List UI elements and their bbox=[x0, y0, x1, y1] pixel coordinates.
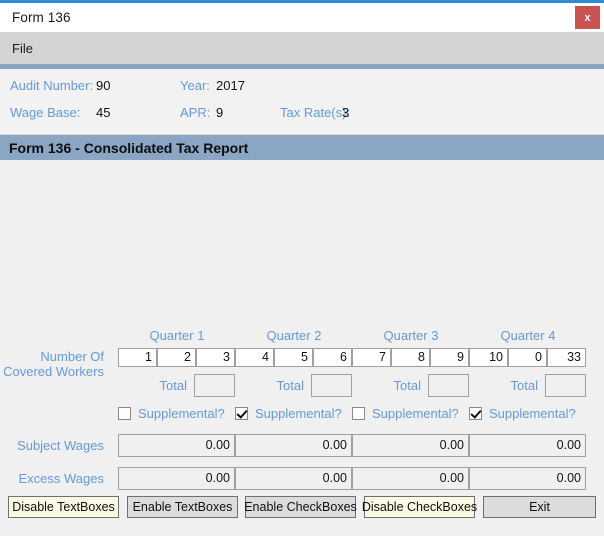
audit-info-panel: Audit Number: 90 Year: 2017 Wage Base: 4… bbox=[0, 69, 604, 135]
worker-count-q4-m1[interactable]: 10 bbox=[469, 348, 508, 367]
supplemental-checkbox-label: Supplemental? bbox=[138, 406, 225, 421]
field-excess-wages-q2[interactable]: 0.00 bbox=[235, 467, 352, 490]
worker-count-q1-m3[interactable]: 3 bbox=[196, 348, 235, 367]
supplemental-checkbox-label: Supplemental? bbox=[255, 406, 342, 421]
year-value: 2017 bbox=[216, 78, 245, 93]
quarter-header-1: Quarter 1 bbox=[149, 328, 205, 343]
covered-workers-label-line2: Covered Workers bbox=[3, 364, 104, 379]
audit-info-row-2: Wage Base: 45 APR: 9 Tax Rate(s): 3 bbox=[10, 105, 604, 126]
supplemental-checkbox-label: Supplemental? bbox=[489, 406, 576, 421]
row-label-excess-wages: Excess Wages bbox=[18, 471, 105, 486]
total-value-q4: 0 bbox=[545, 374, 586, 397]
total-label-q3: Total bbox=[393, 378, 421, 393]
section-banner: Form 136 - Consolidated Tax Report bbox=[0, 135, 604, 160]
row-label-subject-wages: Subject Wages bbox=[17, 438, 104, 453]
close-icon[interactable]: x bbox=[575, 6, 600, 29]
tax-rates-label: Tax Rate(s): bbox=[280, 105, 351, 120]
worker-count-q3-m1[interactable]: 7 bbox=[352, 348, 391, 367]
field-excess-wages-q1[interactable]: 0.00 bbox=[118, 467, 235, 490]
disable-textboxes-button[interactable]: Disable TextBoxes bbox=[8, 496, 119, 518]
title-bar: Form 136 x bbox=[0, 3, 604, 32]
quarter-header-4: Quarter 4 bbox=[500, 328, 556, 343]
year-label: Year: bbox=[180, 78, 210, 93]
window-title: Form 136 bbox=[12, 10, 71, 25]
tax-rates-value: 3 bbox=[342, 105, 350, 120]
menu-bar: File bbox=[0, 32, 604, 69]
worker-count-q2-m2[interactable]: 5 bbox=[274, 348, 313, 367]
total-label-q1: Total bbox=[159, 378, 187, 393]
supplemental-checkbox-q4[interactable]: Supplemental? bbox=[469, 406, 576, 421]
field-excess-wages-q4[interactable]: 0.00 bbox=[469, 467, 586, 490]
checkbox-icon[interactable] bbox=[352, 407, 365, 420]
enable-textboxes-button[interactable]: Enable TextBoxes bbox=[127, 496, 238, 518]
menu-item-file[interactable]: File bbox=[0, 37, 45, 60]
field-subject-wages-q2[interactable]: 0.00 bbox=[235, 434, 352, 457]
supplemental-checkbox-label: Supplemental? bbox=[372, 406, 459, 421]
footer-button-bar: Disable TextBoxes Enable TextBoxes Enable … bbox=[0, 491, 604, 536]
field-subject-wages-q1[interactable]: 0.00 bbox=[118, 434, 235, 457]
field-subject-wages-q3[interactable]: 0.00 bbox=[352, 434, 469, 457]
worker-count-q3-m2[interactable]: 8 bbox=[391, 348, 430, 367]
covered-workers-label-line1: Number Of bbox=[40, 349, 104, 364]
exit-button[interactable]: Exit bbox=[483, 496, 596, 518]
worker-count-q3-m3[interactable]: 9 bbox=[430, 348, 469, 367]
checkbox-icon[interactable] bbox=[118, 407, 131, 420]
worker-count-q2-m3[interactable]: 6 bbox=[313, 348, 352, 367]
worker-count-q1-m2[interactable]: 2 bbox=[157, 348, 196, 367]
enable-checkboxes-button[interactable]: Enable CheckBoxes bbox=[244, 496, 357, 518]
apr-label: APR: bbox=[180, 105, 211, 120]
total-value-q2: 0 bbox=[311, 374, 352, 397]
field-excess-wages-q3[interactable]: 0.00 bbox=[352, 467, 469, 490]
total-value-q3: 0 bbox=[428, 374, 469, 397]
tax-report-grid: Quarter 1 Quarter 2 Quarter 3 Quarter 4 Numb… bbox=[0, 160, 604, 536]
supplemental-checkbox-q2[interactable]: Supplemental? bbox=[235, 406, 342, 421]
total-label-q4: Total bbox=[510, 378, 538, 393]
supplemental-checkbox-q1[interactable]: Supplemental? bbox=[118, 406, 225, 421]
checkbox-icon[interactable] bbox=[469, 407, 482, 420]
worker-count-q4-m3[interactable]: 33 bbox=[547, 348, 586, 367]
application-window: Form 136 x File Audit Number: 90 Year: 2… bbox=[0, 0, 604, 536]
audit-number-label: Audit Number: bbox=[10, 78, 94, 93]
total-label-q2: Total bbox=[276, 378, 304, 393]
field-subject-wages-q4[interactable]: 0.00 bbox=[469, 434, 586, 457]
quarter-header-3: Quarter 3 bbox=[383, 328, 439, 343]
supplemental-checkbox-q3[interactable]: Supplemental? bbox=[352, 406, 459, 421]
wage-base-label: Wage Base: bbox=[10, 105, 81, 120]
wage-base-value: 45 bbox=[96, 105, 111, 120]
worker-count-q2-m1[interactable]: 4 bbox=[235, 348, 274, 367]
worker-count-q1-m1[interactable]: 1 bbox=[118, 348, 157, 367]
apr-value: 9 bbox=[216, 105, 224, 120]
quarter-header-2: Quarter 2 bbox=[266, 328, 322, 343]
disable-checkboxes-button[interactable]: Disable CheckBoxes bbox=[362, 496, 477, 518]
audit-number-value: 90 bbox=[96, 78, 111, 93]
covered-workers-label: Number Of Covered Workers bbox=[0, 349, 104, 379]
checkbox-icon[interactable] bbox=[235, 407, 248, 420]
total-value-q1: 0 bbox=[194, 374, 235, 397]
audit-info-row-1: Audit Number: 90 Year: 2017 bbox=[10, 78, 604, 99]
worker-count-q4-m2[interactable]: 0 bbox=[508, 348, 547, 367]
